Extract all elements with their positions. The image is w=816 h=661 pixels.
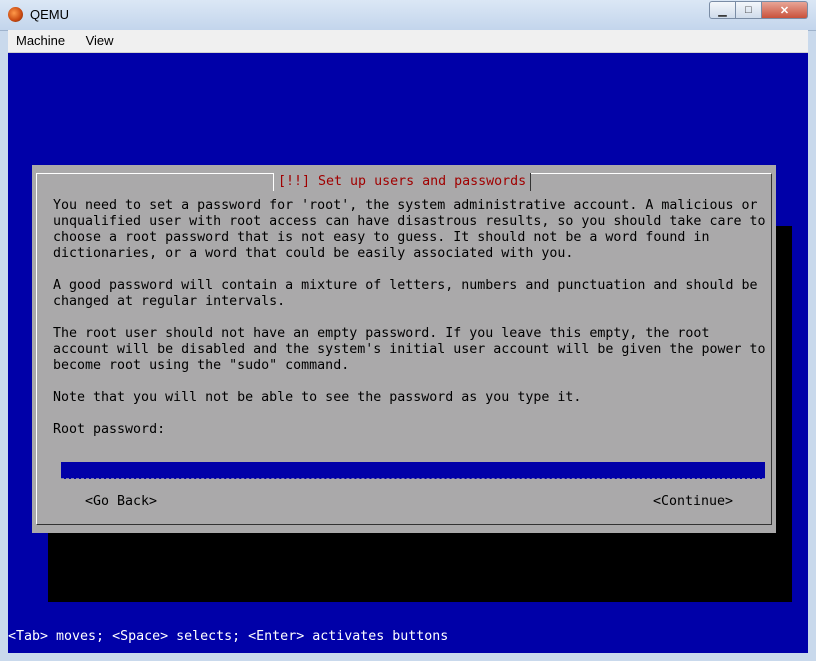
window-title: QEMU: [30, 7, 69, 22]
window-controls: ▁ □ ✕: [709, 1, 808, 20]
root-password-label: Root password:: [53, 422, 166, 437]
close-icon: ✕: [779, 4, 790, 17]
empty-password-paragraph: The root user should not have an empty p…: [53, 326, 766, 373]
dialog-frame: [!!] Set up users and passwords You need…: [36, 173, 772, 525]
vm-screen[interactable]: [!!] Set up users and passwords You need…: [8, 53, 808, 653]
maximize-button[interactable]: □: [736, 1, 762, 19]
minimize-button[interactable]: ▁: [709, 1, 736, 19]
qemu-logo-icon: [8, 7, 23, 22]
go-back-button[interactable]: <Go Back>: [85, 494, 157, 509]
password-advice-paragraph: A good password will contain a mixture o…: [53, 278, 758, 309]
close-button[interactable]: ✕: [762, 1, 808, 19]
status-bar: <Tab> moves; <Space> selects; <Enter> ac…: [8, 629, 449, 644]
intro-paragraph: You need to set a password for 'root', t…: [53, 198, 766, 261]
hidden-input-note: Note that you will not be able to see th…: [53, 390, 582, 405]
setup-dialog: [!!] Set up users and passwords You need…: [32, 165, 776, 533]
maximize-icon: □: [745, 4, 752, 16]
continue-button[interactable]: <Continue>: [653, 494, 733, 509]
window-titlebar[interactable]: QEMU ▁ □ ✕: [0, 0, 816, 31]
menu-bar: Machine View: [8, 30, 808, 53]
menu-machine[interactable]: Machine: [8, 30, 73, 51]
root-password-input[interactable]: [61, 462, 765, 479]
menu-view[interactable]: View: [78, 30, 122, 51]
dialog-title: [!!] Set up users and passwords: [273, 173, 532, 191]
minimize-icon: ▁: [718, 4, 727, 17]
